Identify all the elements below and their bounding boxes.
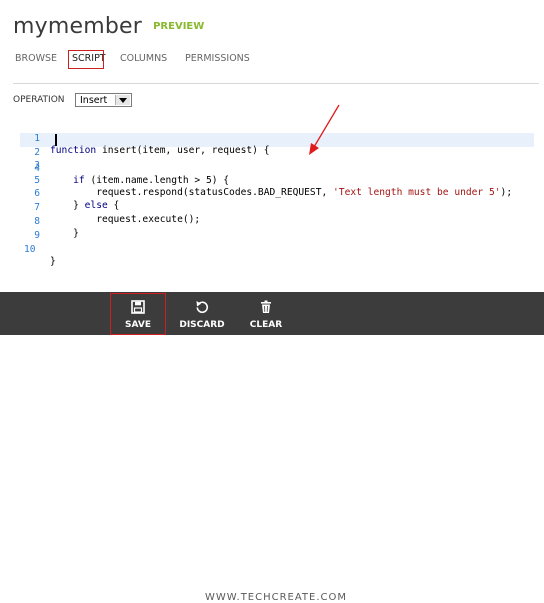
undo-icon <box>195 299 209 318</box>
clear-button[interactable]: CLEAR <box>243 292 289 335</box>
discard-button[interactable]: DISCARD <box>177 292 227 335</box>
clear-label: CLEAR <box>243 320 289 330</box>
command-bar: WWW.TECHCREATE.COM SAVE DISCARD <box>0 292 544 335</box>
annotation-arrow-icon <box>0 0 544 335</box>
trash-icon <box>259 299 273 318</box>
discard-label: DISCARD <box>177 320 227 330</box>
watermark-text: WWW.TECHCREATE.COM <box>205 592 347 603</box>
save-button-highlight <box>110 293 166 335</box>
